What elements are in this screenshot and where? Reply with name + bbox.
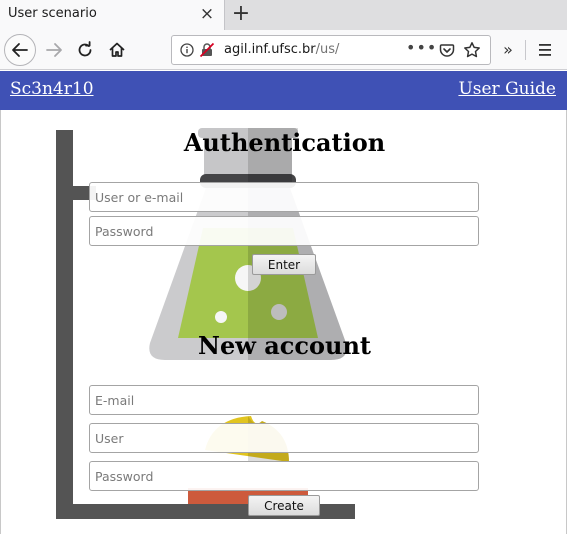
pocket-icon[interactable] (439, 42, 455, 58)
page-actions-icon[interactable]: ••• (406, 38, 437, 57)
url-text[interactable]: agil.inf.ufsc.br/us/ (224, 42, 339, 57)
hamburger-menu-icon[interactable] (534, 39, 556, 61)
brand-link[interactable]: Sc3n4r10 (10, 79, 94, 99)
bookmark-star-icon[interactable] (463, 41, 481, 59)
tab-strip: User scenario × + (0, 0, 567, 30)
overflow-menu-button[interactable]: » (497, 39, 519, 61)
enter-button[interactable]: Enter (252, 254, 316, 275)
signup-user-input[interactable] (89, 423, 479, 453)
page-content: Authentication Enter New account Create (0, 110, 567, 534)
signup-password-input[interactable] (89, 461, 479, 491)
auth-heading: Authentication (183, 128, 386, 157)
login-user-input[interactable] (89, 182, 479, 212)
browser-tab[interactable]: User scenario × (0, 0, 225, 30)
login-password-input[interactable] (89, 216, 479, 246)
new-account-heading: New account (198, 331, 371, 360)
reload-icon (78, 41, 92, 57)
url-host: agil.inf.ufsc.br (224, 42, 316, 57)
forward-button[interactable] (40, 36, 68, 64)
user-guide-link[interactable]: User Guide (458, 79, 556, 99)
toolbar-separator (525, 40, 526, 60)
url-path: /us/ (315, 42, 340, 57)
info-icon[interactable] (180, 43, 194, 57)
create-button[interactable]: Create (248, 495, 320, 516)
signup-email-input[interactable] (89, 385, 479, 415)
close-tab-icon[interactable]: × (197, 3, 217, 25)
home-icon (109, 42, 125, 57)
url-bar[interactable]: agil.inf.ufsc.br/us/ ••• (171, 35, 491, 65)
nav-bar: agil.inf.ufsc.br/us/ ••• » (0, 30, 567, 70)
arrow-left-icon (12, 43, 28, 57)
home-button[interactable] (103, 36, 131, 64)
app-header: Sc3n4r10 User Guide (0, 71, 567, 110)
back-button[interactable] (4, 34, 36, 66)
reload-button[interactable] (71, 36, 99, 64)
new-tab-icon[interactable]: + (229, 2, 253, 26)
insecure-lock-icon[interactable] (199, 42, 215, 58)
arrow-right-icon (46, 43, 62, 57)
tab-title: User scenario (8, 6, 97, 21)
